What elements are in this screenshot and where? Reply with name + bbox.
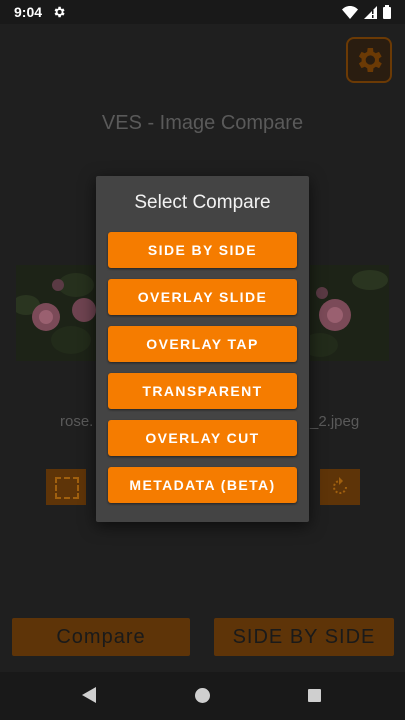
navigation-bar	[0, 672, 405, 720]
option-overlay-slide[interactable]: OVERLAY SLIDE	[108, 279, 297, 315]
compare-mode-button[interactable]: SIDE BY SIDE	[214, 618, 394, 656]
option-side-by-side[interactable]: SIDE BY SIDE	[108, 232, 297, 268]
cell-signal-icon	[364, 5, 377, 19]
compare-button[interactable]: Compare	[12, 618, 190, 656]
right-image-preview[interactable]	[310, 265, 389, 361]
left-image-preview[interactable]	[16, 265, 96, 361]
status-gear-icon	[54, 6, 65, 18]
status-time: 9:04	[14, 4, 43, 20]
rotate-button[interactable]	[320, 469, 360, 505]
select-compare-dialog: Select Compare SIDE BY SIDE OVERLAY SLID…	[96, 176, 309, 522]
crop-icon	[55, 477, 79, 499]
dialog-title: Select Compare	[134, 192, 271, 213]
left-image-filename: rose.	[60, 413, 94, 430]
app-title: VES - Image Compare	[101, 112, 304, 134]
right-image-filename: _2.jpeg	[310, 413, 360, 430]
home-icon[interactable]	[195, 688, 210, 703]
option-metadata-beta[interactable]: METADATA (BETA)	[108, 467, 297, 503]
battery-icon	[383, 5, 391, 19]
back-icon[interactable]	[82, 687, 96, 703]
option-overlay-cut[interactable]: OVERLAY CUT	[108, 420, 297, 456]
option-transparent[interactable]: TRANSPARENT	[108, 373, 297, 409]
status-bar: 9:04	[0, 0, 405, 24]
recents-icon[interactable]	[308, 689, 321, 702]
settings-button[interactable]	[346, 37, 392, 83]
wifi-icon	[342, 5, 358, 19]
settings-gear-icon	[358, 48, 382, 72]
rotate-icon	[333, 477, 347, 494]
crop-button[interactable]	[46, 469, 86, 505]
option-overlay-tap[interactable]: OVERLAY TAP	[108, 326, 297, 362]
